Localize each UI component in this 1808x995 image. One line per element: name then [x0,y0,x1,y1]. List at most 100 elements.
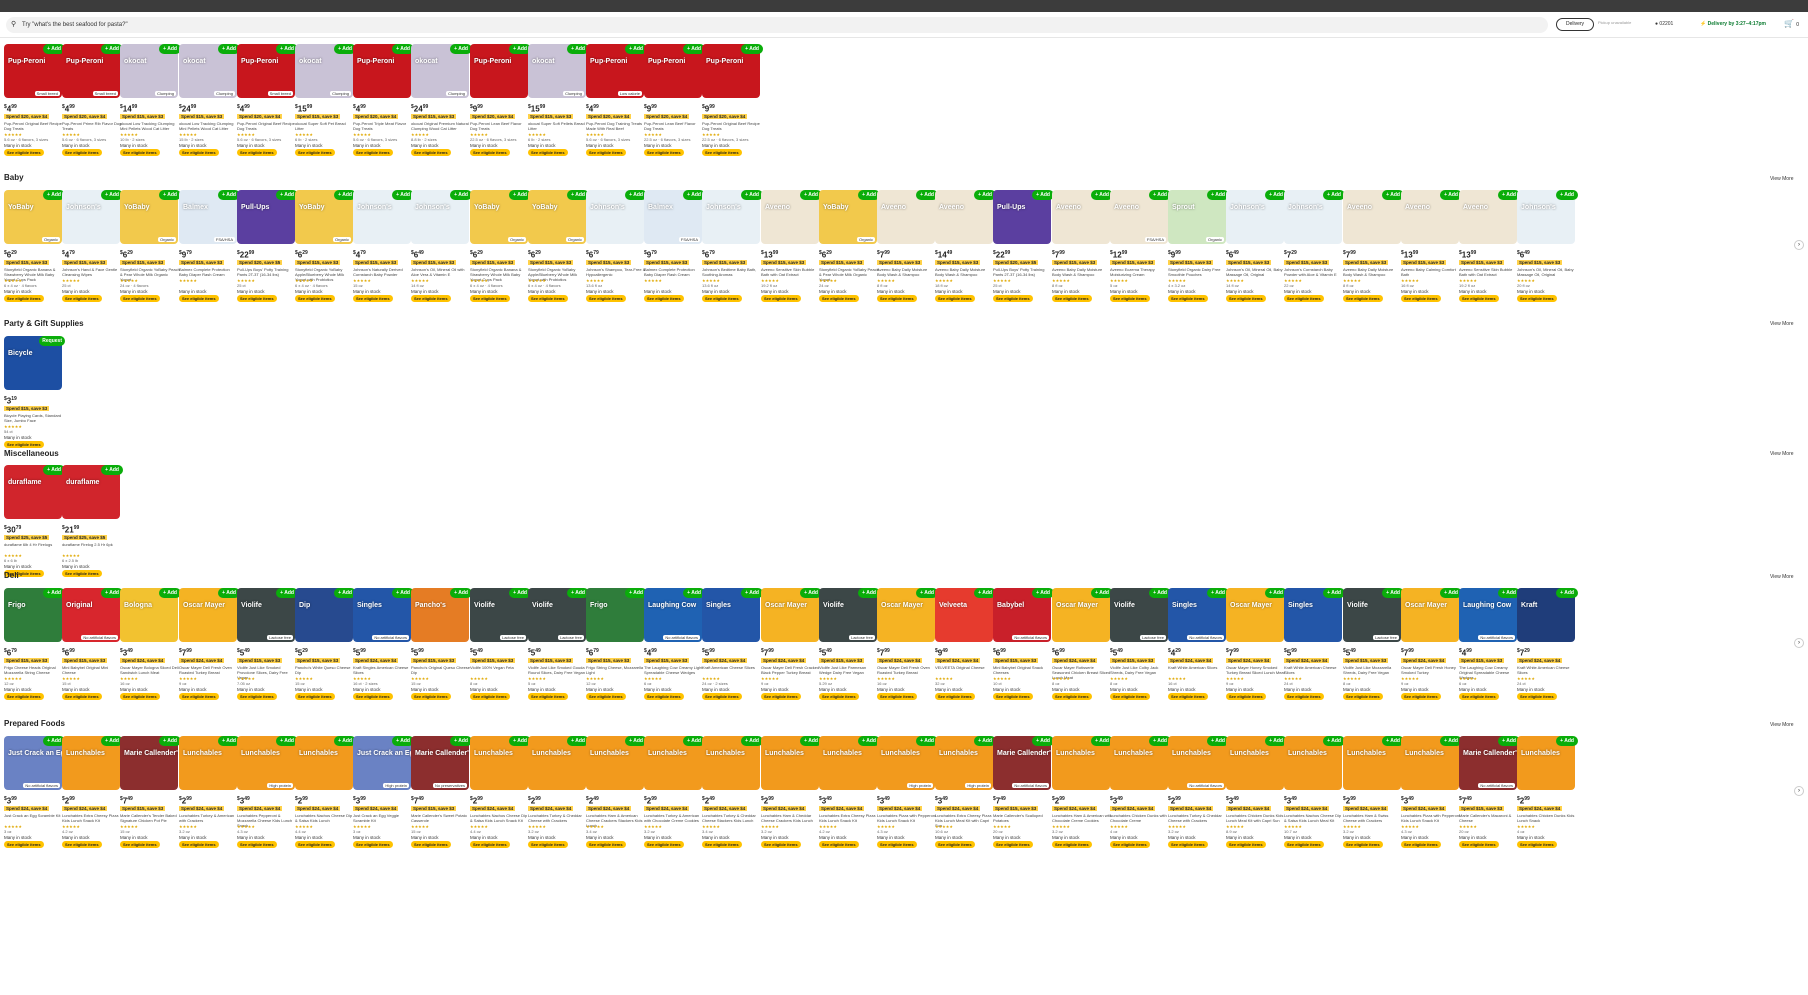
product-card[interactable]: Pull-Ups + Add $2299 Spend $20, save $5 Pull… [991,190,1054,330]
chevron-right-icon[interactable]: › [1794,638,1804,648]
product-name[interactable]: okocat Low Tracking Clumping Mini Pellet… [179,121,239,131]
see-eligible-items-button[interactable]: See eligible items [586,693,626,700]
add-button[interactable]: + Add [1556,190,1578,200]
see-eligible-items-button[interactable]: See eligible items [4,441,44,448]
product-name[interactable]: Balmex Complete Protection Baby Diaper R… [644,267,704,277]
see-eligible-items-button[interactable]: See eligible items [1168,295,1208,302]
see-eligible-items-button[interactable]: See eligible items [353,693,393,700]
see-eligible-items-button[interactable]: See eligible items [877,841,917,848]
zip-selector[interactable]: ● 02201 [1655,21,1673,27]
product-card[interactable]: okocat Clumping + Add $1599 Spend $15, save … [293,44,356,184]
see-eligible-items-button[interactable]: See eligible items [644,295,684,302]
product-card[interactable]: Babybel No artificial flavors + Add $699 Spe… [991,588,1054,728]
see-eligible-items-button[interactable]: See eligible items [528,149,568,156]
product-card[interactable]: Marie Callender's + Add $749 Spend $15, sav… [118,736,181,876]
see-eligible-items-button[interactable]: See eligible items [237,149,277,156]
product-name[interactable]: Oscar Mayer Deli Fresh Oven Roasted Turk… [877,665,937,675]
add-button[interactable]: + Add [101,465,123,475]
see-eligible-items-button[interactable]: See eligible items [1459,295,1499,302]
product-card[interactable]: Lunchables + Add $249 Spend $24, save $4 Lun… [584,736,647,876]
product-card[interactable]: Singles No artificial flavors + Add $599 Spe… [351,588,414,728]
product-card[interactable]: Johnson's + Add $649 Spend $15, save $3 John… [1224,190,1287,330]
chevron-right-icon[interactable]: › [1794,786,1804,796]
product-card[interactable]: Lunchables + Add $299 Spend $24, save $4 Lun… [759,736,822,876]
product-name[interactable]: Johnson's Oil, Mineral Oil with Aloe Ver… [411,267,471,277]
see-eligible-items-button[interactable]: See eligible items [295,841,335,848]
product-card[interactable]: okocat Clumping + Add $2499 Spend $15, save … [177,44,240,184]
product-name[interactable]: Lunchables Nachos Cheese Dip & Salsa Kid… [1284,813,1344,823]
product-name[interactable]: Mini Babybel Original Snack Cheeses [993,665,1053,675]
see-eligible-items-button[interactable]: See eligible items [528,693,568,700]
product-card[interactable]: YoBaby Organic + Add $629 Spend $15, save $3… [817,190,880,330]
pickup-toggle-button[interactable]: Pickup unavailable [1598,18,1638,31]
product-card[interactable]: Aveeno + Add $1399 Spend $15, save $3 Aveeno… [759,190,822,330]
product-name[interactable]: Lunchables Turkey & American with Cracke… [179,813,239,823]
product-card[interactable]: Johnson's + Add $649 Spend $15, save $3 John… [1515,190,1578,330]
product-name[interactable]: Pup-Peroni Lean Beef Flavor Dog Treats [470,121,530,131]
product-card[interactable]: Marie Callender's No artificial flavors + … [991,736,1054,876]
see-eligible-items-button[interactable]: See eligible items [4,693,44,700]
chevron-right-icon[interactable]: › [1794,240,1804,250]
product-name[interactable]: Johnson's Oil, Mineral Oil, Baby Massage… [1517,267,1577,277]
product-card[interactable]: Frigo + Add $679 Spend $15, save $3 Frigo Ch… [2,588,65,728]
product-name[interactable]: VELVEETA Original Cheese [935,665,995,670]
delivery-eta[interactable]: ⚡ Delivery by 3:27–4:17pm [1700,21,1766,27]
product-name[interactable]: Just Crack an Egg Veggie Scramble Kit [353,813,413,823]
product-name[interactable]: Kraft White American Slices [1168,665,1228,670]
product-card[interactable]: YoBaby Organic + Add $629 Spend $15, save $3… [2,190,65,330]
see-eligible-items-button[interactable]: See eligible items [586,149,626,156]
product-card[interactable]: Lunchables + Add $299 Spend $24, save $4 Lun… [1515,736,1578,876]
product-card[interactable]: Aveeno + Add $799 Spend $15, save $3 Aveeno … [1341,190,1404,330]
product-card[interactable]: Johnson's + Add $729 Spend $15, save $3 John… [1282,190,1345,330]
product-card[interactable]: Violife Lactose free + Add $549 Spend $15, s… [235,588,298,728]
product-name[interactable]: Aveeno Baby Daily Moisture Body Wash & S… [935,267,995,277]
product-card[interactable]: Balmex FSA/HSA + Add $979 Spend $15, save $3… [642,190,705,330]
product-name[interactable]: Balmex Complete Protection Baby Diaper R… [179,267,239,277]
product-card[interactable]: Oscar Mayer + Add $699 Spend $24, save $4 Os… [1050,588,1113,728]
see-eligible-items-button[interactable]: See eligible items [411,295,451,302]
product-name[interactable]: Lunchables Turkey & American with Chocol… [644,813,704,823]
product-card[interactable]: Laughing Cow No artificial flavors + Add $4… [1457,588,1520,728]
product-name[interactable]: Marie Callender's Scalloped Potatoes [993,813,1053,823]
see-eligible-items-button[interactable]: See eligible items [761,693,801,700]
product-name[interactable]: Aveeno Baby Daily Moisture Body Wash & S… [1052,267,1112,277]
product-name[interactable]: Johnson's Cornstarch Baby Powder with Al… [1284,267,1344,277]
product-name[interactable]: Kraft White American Cheese Slices [1517,665,1577,675]
see-eligible-items-button[interactable]: See eligible items [586,841,626,848]
see-eligible-items-button[interactable]: See eligible items [1401,841,1441,848]
product-name[interactable]: Lunchables Pizza with Pepperoni Kids Lun… [1401,813,1461,823]
see-eligible-items-button[interactable]: See eligible items [1226,841,1266,848]
product-card[interactable]: Lunchables + Add $349 Spend $24, save $4 Lun… [1282,736,1345,876]
see-eligible-items-button[interactable]: See eligible items [295,295,335,302]
product-card[interactable]: duraflame + Add $3079 Spend $25, save $5 dur… [2,465,65,605]
see-eligible-items-button[interactable]: See eligible items [120,149,160,156]
see-eligible-items-button[interactable]: See eligible items [819,693,859,700]
see-eligible-items-button[interactable]: See eligible items [935,295,975,302]
see-eligible-items-button[interactable]: See eligible items [644,841,684,848]
product-name[interactable]: Oscar Mayer Deli Fresh Honey Smoked Turk… [1401,665,1461,675]
product-card[interactable]: Pup-Peroni + Add $999 Spend $20, save $4 Pup… [642,44,705,184]
product-name[interactable]: Kraft American Cheese Slices [702,665,762,670]
product-card[interactable]: Oscar Mayer + Add $799 Spend $24, save $4 Os… [875,588,938,728]
product-card[interactable]: YoBaby Organic + Add $629 Spend $15, save $3… [526,190,589,330]
product-name[interactable]: duraflame 6lb 4 Hr Firelogs [4,542,64,547]
product-card[interactable]: Johnson's + Add $679 Spend $15, save $3 John… [584,190,647,330]
add-button[interactable]: + Add [741,44,763,54]
product-card[interactable]: Oscar Mayer + Add $799 Spend $24, save $4 Os… [177,588,240,728]
product-name[interactable]: Pup-Peroni Dog Training Treats Made With… [586,121,646,131]
see-eligible-items-button[interactable]: See eligible items [295,149,335,156]
view-more-link[interactable]: View More [1770,722,1794,728]
see-eligible-items-button[interactable]: See eligible items [1517,841,1557,848]
product-card[interactable]: Marie Callender's No preservatives + Add $7… [409,736,472,876]
see-eligible-items-button[interactable]: See eligible items [1110,693,1150,700]
product-name[interactable]: Johnson's Naturally Derived Cornstarch B… [353,267,413,277]
product-name[interactable]: Lunchables Turkey & Cheddar Cheese Stack… [702,813,762,823]
see-eligible-items-button[interactable]: See eligible items [1459,693,1499,700]
product-name[interactable]: Lunchables Extra Cheesy Pizza Kids Lunch… [819,813,879,823]
see-eligible-items-button[interactable]: See eligible items [62,570,102,577]
product-card[interactable]: Bologna + Add $349 Spend $24, save $4 Oscar … [118,588,181,728]
product-name[interactable]: Aveeno Sensitive Skin Bubble Bath with O… [1459,267,1519,277]
product-card[interactable]: Lunchables + Add $299 Spend $24, save $4 Lun… [642,736,705,876]
see-eligible-items-button[interactable]: See eligible items [993,841,1033,848]
see-eligible-items-button[interactable]: See eligible items [586,295,626,302]
